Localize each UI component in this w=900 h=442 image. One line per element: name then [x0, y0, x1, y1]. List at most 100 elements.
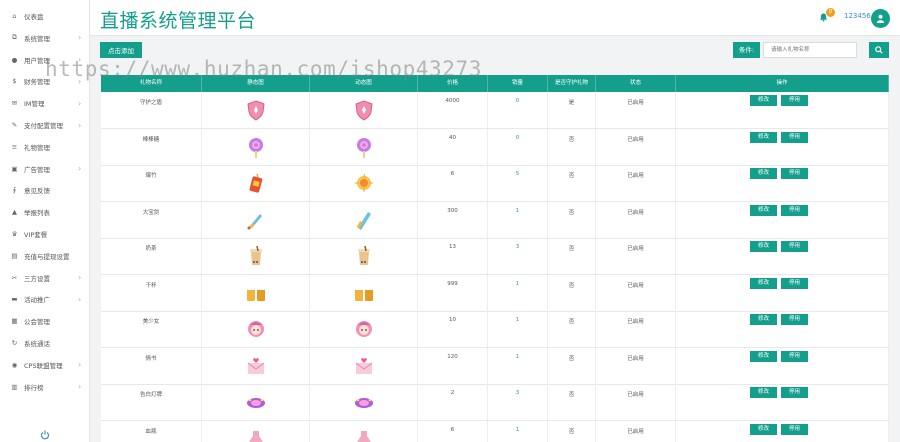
sidebar-item[interactable]: ▥ 排行榜 › — [0, 376, 90, 398]
price-cell: 120 — [418, 347, 488, 384]
sidebar-item-label: 排行榜 — [24, 383, 44, 392]
sidebar-item[interactable]: ▲ 举报列表 — [0, 201, 90, 223]
sidebar-item[interactable]: ✎ 支付配置管理 › — [0, 114, 90, 136]
animated-image-cell — [310, 420, 418, 442]
sidebar-item[interactable]: ✂ 三方设置 › — [0, 267, 90, 289]
sales-cell[interactable]: 1 — [488, 274, 548, 311]
sidebar-item[interactable]: ▦ 公会管理 — [0, 310, 90, 332]
loveletter-gift-icon — [247, 357, 265, 374]
disable-button[interactable]: 停用 — [781, 241, 808, 252]
tool-icon: ✂ — [11, 273, 18, 282]
sidebar-item-label: 举报列表 — [24, 209, 50, 218]
status-cell: 已启用 — [596, 128, 676, 165]
status-cell: 已启用 — [596, 420, 676, 442]
guard-cell: 否 — [548, 420, 596, 442]
row-actions: 修改 停用 — [750, 277, 808, 289]
edit-button[interactable]: 修改 — [750, 314, 777, 325]
disable-button[interactable]: 停用 — [781, 387, 808, 398]
lollipop-gift-icon — [249, 137, 263, 158]
sidebar-item[interactable]: ✉ IM管理 › — [0, 92, 90, 114]
sales-cell[interactable]: 0 — [488, 92, 548, 128]
paperclip-icon: ∮ — [12, 186, 17, 195]
disable-button[interactable]: 停用 — [781, 277, 808, 289]
sales-cell[interactable]: 3 — [488, 238, 548, 274]
sidebar-item[interactable]: ⌂ 仪表盘 — [0, 5, 90, 27]
sidebar-item[interactable]: ▬ 活动推广 › — [0, 288, 90, 310]
sidebar-item[interactable]: ◉ CPS联盟管理 › — [0, 354, 90, 376]
edit-button[interactable]: 修改 — [750, 241, 777, 252]
wrench-icon: ✎ — [11, 121, 18, 129]
sidebar-item-label: 礼物管理 — [24, 143, 50, 152]
actions-cell: 修改 停用 — [676, 384, 889, 420]
gift-name-cell: 大宝剑 — [101, 201, 202, 238]
sitemap-icon: ⧉ — [12, 33, 17, 42]
sidebar-item[interactable]: ♛ VIP套餐 — [0, 223, 90, 245]
price-cell: 10 — [418, 311, 488, 347]
girl-gift-icon — [356, 321, 372, 337]
disable-button[interactable]: 停用 — [781, 131, 808, 143]
power-icon[interactable] — [40, 430, 50, 440]
sidebar-item[interactable]: ∮ 意见反馈 — [0, 179, 90, 201]
edit-button[interactable]: 修改 — [750, 277, 777, 289]
sales-cell[interactable]: 1 — [488, 420, 548, 442]
sales-cell[interactable]: 5 — [488, 165, 548, 201]
page-title: 直播系统管理平台 — [100, 10, 257, 32]
row-actions: 修改 停用 — [750, 131, 808, 143]
edit-button[interactable]: 修改 — [750, 350, 777, 362]
disable-button[interactable]: 停用 — [781, 168, 808, 179]
sidebar-item-label: 公会管理 — [24, 318, 50, 327]
column-header: 价格 — [418, 75, 488, 92]
gift-name-cell: 告白灯牌 — [101, 384, 202, 420]
edit-button[interactable]: 修改 — [750, 204, 777, 216]
actions-cell: 修改 停用 — [676, 92, 889, 128]
sales-cell[interactable]: 1 — [488, 311, 548, 347]
sidebar-item-label: 系统通话 — [24, 340, 50, 348]
disable-button[interactable]: 停用 — [781, 204, 808, 216]
disable-button[interactable]: 停用 — [781, 314, 808, 325]
disable-button[interactable]: 停用 — [781, 95, 808, 106]
sidebar-item[interactable]: ↻ 系统通话 — [0, 332, 90, 354]
gift-name-cell: 守护之盾 — [101, 92, 202, 128]
search-button[interactable] — [869, 42, 889, 58]
sidebar-item[interactable]: ⧉ 系统管理 › — [0, 27, 90, 49]
price-cell: 2 — [418, 384, 488, 420]
file-icon: ▤ — [11, 251, 18, 260]
shield-gift-icon — [355, 100, 373, 121]
edit-button[interactable]: 修改 — [750, 131, 777, 143]
price-cell: 999 — [418, 274, 488, 311]
search-input[interactable] — [763, 42, 857, 58]
actions-cell: 修改 停用 — [676, 420, 889, 442]
sales-cell[interactable]: 0 — [488, 128, 548, 165]
gift-name-cell: 美少女 — [101, 311, 202, 347]
home-icon: ⌂ — [12, 12, 17, 20]
edit-button[interactable]: 修改 — [750, 95, 777, 106]
chevron-right-icon: › — [78, 55, 82, 65]
sidebar-item[interactable]: ▣ 广告管理 › — [0, 158, 90, 180]
disable-button[interactable]: 停用 — [781, 423, 808, 435]
add-gift-button[interactable]: 点击添加 — [100, 42, 142, 58]
animated-image-cell — [310, 384, 418, 420]
sidebar: ⌂ 仪表盘 ⧉ 系统管理 › ● 用户管理 › $ 财务管理 › ✉ IM管理 › ✎ 支付配置管理 › ≡ 礼物管… — [0, 0, 90, 442]
row-actions: 修改 停用 — [750, 350, 808, 362]
animated-image-cell — [310, 92, 418, 128]
row-actions: 修改 停用 — [750, 168, 808, 179]
sales-cell[interactable]: 1 — [488, 201, 548, 238]
chevron-right-icon: › — [78, 382, 82, 392]
sidebar-item[interactable]: $ 财务管理 › — [0, 70, 90, 92]
sidebar-item[interactable]: ≡ 礼物管理 — [0, 136, 90, 158]
briefcase-icon: ▬ — [11, 295, 18, 304]
edit-button[interactable]: 修改 — [750, 387, 777, 398]
avatar[interactable] — [871, 9, 890, 28]
guard-cell: 否 — [548, 128, 596, 165]
column-header: 是否守护礼物 — [548, 75, 596, 92]
sidebar-item[interactable]: ▤ 充值与提现设置 — [0, 245, 90, 267]
sales-cell[interactable]: 1 — [488, 347, 548, 384]
sidebar-item-label: 广告管理 — [24, 165, 50, 174]
username-link[interactable]: 123456 — [844, 12, 871, 20]
edit-button[interactable]: 修改 — [750, 168, 777, 179]
sidebar-item[interactable]: ● 用户管理 › — [0, 49, 90, 71]
disable-button[interactable]: 停用 — [781, 350, 808, 362]
edit-button[interactable]: 修改 — [750, 423, 777, 435]
sales-cell[interactable]: 3 — [488, 384, 548, 420]
actions-cell: 修改 停用 — [676, 347, 889, 384]
